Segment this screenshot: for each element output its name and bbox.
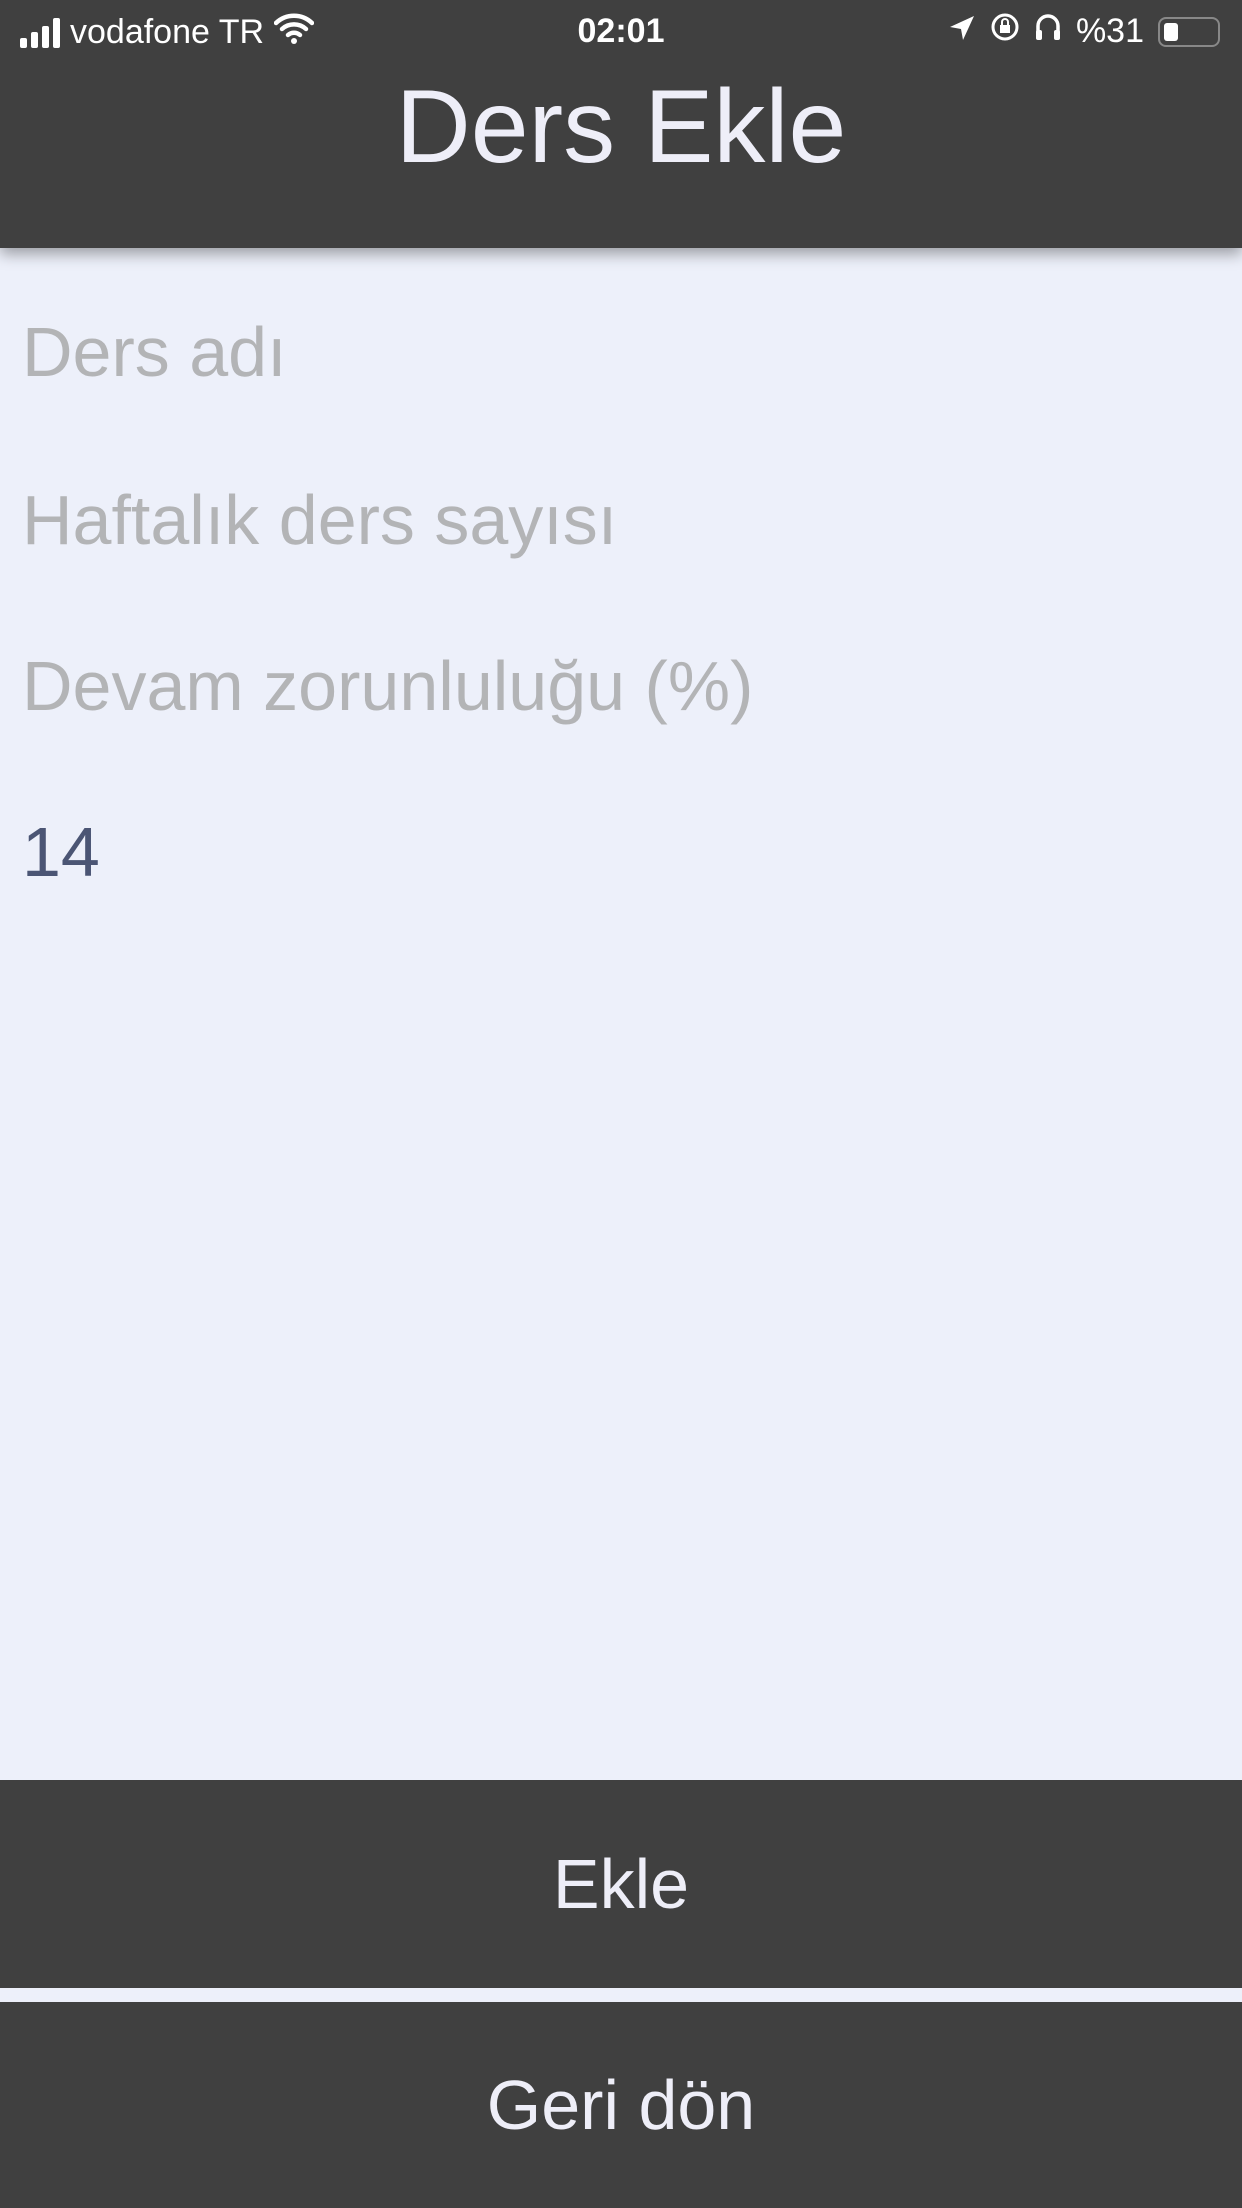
location-icon [948, 12, 976, 51]
back-button[interactable]: Geri dön [0, 2002, 1242, 2208]
battery-icon [1158, 16, 1220, 47]
battery-percent: %31 [1075, 12, 1144, 50]
app-header: vodafone TR 02:01 %31 Ders Ekle [0, 0, 1242, 248]
page-title: Ders Ekle [395, 69, 847, 185]
rotation-lock-icon [990, 12, 1020, 51]
add-button[interactable]: Ekle [0, 1780, 1242, 1988]
weekly-count-input[interactable]: Haftalık ders sayısı [22, 480, 1222, 560]
headphones-icon [1034, 12, 1062, 51]
attendance-input[interactable]: Devam zorunluluğu (%) [22, 646, 1222, 726]
status-bar: vodafone TR 02:01 %31 [0, 8, 1242, 58]
value-input[interactable]: 14 [22, 812, 1222, 892]
course-name-input[interactable]: Ders adı [22, 312, 1222, 392]
